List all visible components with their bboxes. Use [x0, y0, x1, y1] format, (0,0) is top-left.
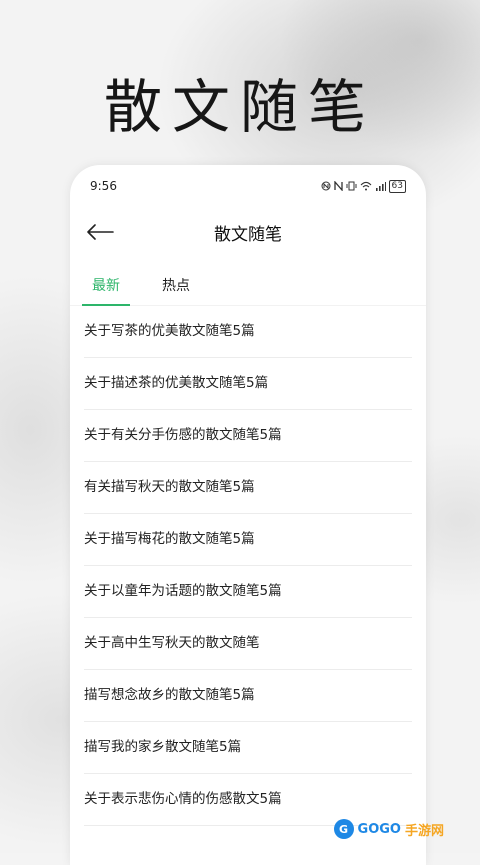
list-item[interactable]: 关于写茶的优美散文随笔5篇: [84, 306, 412, 358]
nfc-icon: [321, 181, 331, 192]
status-icons: 63: [321, 179, 406, 193]
hero-title: 散文随笔: [103, 73, 376, 141]
list-item[interactable]: 关于以童年为话题的散文随笔5篇: [84, 566, 412, 618]
tab-latest[interactable]: 最新: [82, 275, 130, 306]
watermark-logo-icon: G: [333, 819, 354, 839]
tab-hot[interactable]: 热点: [152, 275, 200, 305]
phone-screen: 9:56 63 散文随笔 最新 热点 关于写茶的优美散文随笔5篇 关于描述茶的优…: [70, 165, 426, 865]
watermark-text-brand: GOGO: [357, 821, 401, 837]
back-arrow-icon[interactable]: [86, 219, 116, 245]
wifi-icon: [360, 181, 372, 192]
list-item[interactable]: 关于描写梅花的散文随笔5篇: [84, 514, 412, 566]
status-time: 9:56: [90, 179, 117, 193]
list-item[interactable]: 关于有关分手伤感的散文随笔5篇: [84, 410, 412, 462]
watermark-text-site: 手游网: [404, 823, 444, 839]
list-item[interactable]: 有关描写秋天的散文随笔5篇: [84, 462, 412, 514]
list-item[interactable]: 关于高中生写秋天的散文随笔: [84, 618, 412, 670]
tab-bar: 最新 热点: [70, 257, 426, 306]
page-title: 散文随笔: [214, 224, 282, 245]
list-item[interactable]: 关于描述茶的优美散文随笔5篇: [84, 358, 412, 410]
status-bar: 9:56 63: [70, 165, 426, 207]
vibrate-icon: [346, 181, 357, 192]
n-icon: [333, 181, 343, 192]
signal-icon: [375, 181, 386, 192]
list-item[interactable]: 描写我的家乡散文随笔5篇: [84, 722, 412, 774]
watermark-logo: G GOGO 手游网: [333, 819, 444, 839]
battery-icon: 63: [388, 179, 406, 193]
nav-bar: 散文随笔: [70, 207, 426, 257]
article-list: 关于写茶的优美散文随笔5篇 关于描述茶的优美散文随笔5篇 关于有关分手伤感的散文…: [70, 306, 426, 826]
list-item[interactable]: 描写想念故乡的散文随笔5篇: [84, 670, 412, 722]
